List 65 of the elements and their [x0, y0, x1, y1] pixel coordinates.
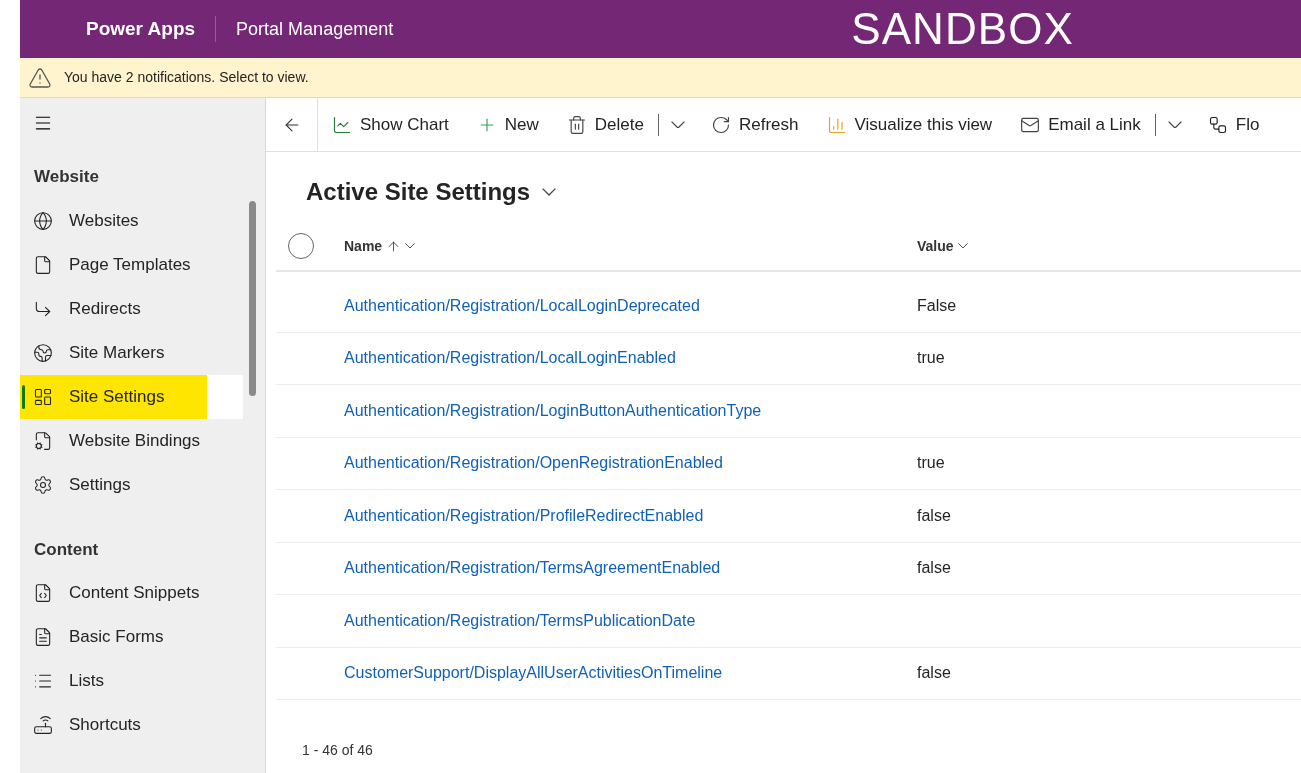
setting-name-link[interactable]: Authentication/Registration/OpenRegistrationEnabled: [344, 454, 723, 472]
refresh-icon: [711, 114, 731, 135]
selection-bar: [22, 384, 25, 409]
code-file-icon: [33, 583, 53, 603]
scrollbar-thumb[interactable]: [249, 201, 256, 396]
chevron-down-icon: [405, 243, 416, 249]
column-header[interactable]: Value: [917, 235, 968, 257]
view-selector-button[interactable]: [542, 188, 557, 196]
toolbar-button[interactable]: Show Chart: [318, 98, 463, 151]
settings-icon: [33, 474, 53, 495]
sidebar-item[interactable]: Lists: [20, 659, 243, 703]
globe-icon: [33, 342, 53, 363]
toolbar-button[interactable]: Visualize this view: [812, 98, 1007, 151]
sidebar-item[interactable]: Site Markers: [20, 330, 243, 375]
sidebar-item[interactable]: Settings: [20, 462, 243, 507]
page-icon: [33, 254, 53, 275]
table-cell-text: true: [917, 453, 945, 474]
chevron-down-icon: [957, 243, 968, 249]
group-heading: Content: [33, 538, 100, 561]
setting-name-link[interactable]: Authentication/Registration/ProfileRedirectEnabled: [344, 506, 704, 524]
view-title: Active Site Settings: [306, 177, 531, 207]
sidebar-item[interactable]: Websites: [20, 198, 243, 243]
sidebar-item[interactable]: Shortcuts: [20, 703, 243, 747]
sidebar-item[interactable]: Site Settings: [20, 374, 243, 419]
flow-icon: [1207, 114, 1228, 135]
notification-text: You have 2 notifications. Select to view.: [64, 68, 309, 87]
table-cell-text: False: [917, 295, 957, 316]
setting-name-link[interactable]: CustomerSupport/DisplayAllUserActivitiesOnTimeline: [344, 664, 723, 682]
toolbar-button[interactable]: Delete: [552, 98, 658, 151]
setting-name-link[interactable]: Authentication/Registration/LoginButtonAuthenticationType: [344, 401, 762, 419]
record-count: 1 - 46 of 46: [302, 740, 373, 760]
setting-name-link[interactable]: Authentication/Registration/LocalLoginDeprecated: [344, 296, 700, 314]
toolbar-button[interactable]: Refresh: [697, 98, 813, 151]
sidebar-item[interactable]: Page Templates: [20, 242, 243, 287]
sidebar-item[interactable]: Website Bindings: [20, 418, 243, 463]
setting-name-link[interactable]: Authentication/Registration/TermsAgreementEnabled: [344, 559, 721, 577]
setting-name-link[interactable]: Authentication/Registration/LocalLoginEnabled: [344, 349, 676, 367]
chevron-down-icon: [1167, 120, 1182, 129]
toolbar-button[interactable]: Email a Link: [1006, 98, 1155, 151]
trash-icon: [566, 114, 587, 135]
form-icon: [33, 627, 53, 647]
sidebar-item[interactable]: Redirects: [20, 286, 243, 331]
bar-chart-icon: [826, 114, 847, 135]
table-cell-text: false: [917, 558, 951, 579]
toolbar-button[interactable]: Flo: [1193, 98, 1274, 151]
area-name: Portal Management: [236, 17, 394, 41]
sort-ascending-icon: [386, 238, 402, 254]
notification-bar[interactable]: You have 2 notifications. Select to view.: [20, 58, 1301, 98]
chevron-down-icon: [671, 120, 685, 129]
sidebar-item[interactable]: Basic Forms: [20, 615, 243, 659]
chart-icon: [332, 114, 352, 135]
table-cell-text: false: [917, 663, 951, 684]
document-gear-icon: [33, 430, 53, 451]
table-cell-text: false: [917, 505, 951, 526]
table-cell-text: true: [917, 348, 945, 369]
toolbar-button[interactable]: New: [462, 98, 553, 151]
sidebar-item[interactable]: Content Snippets: [20, 571, 243, 615]
group-heading: Website: [33, 166, 100, 188]
environment-label: SANDBOX: [851, 7, 1075, 51]
app-name[interactable]: Power Apps: [86, 14, 196, 44]
globe-icon: [33, 210, 53, 231]
setting-name-link[interactable]: Authentication/Registration/TermsPublicationDate: [344, 611, 696, 629]
warning-icon: [28, 65, 52, 90]
column-header[interactable]: Name: [344, 235, 917, 257]
chevron-down-icon: [542, 188, 557, 196]
